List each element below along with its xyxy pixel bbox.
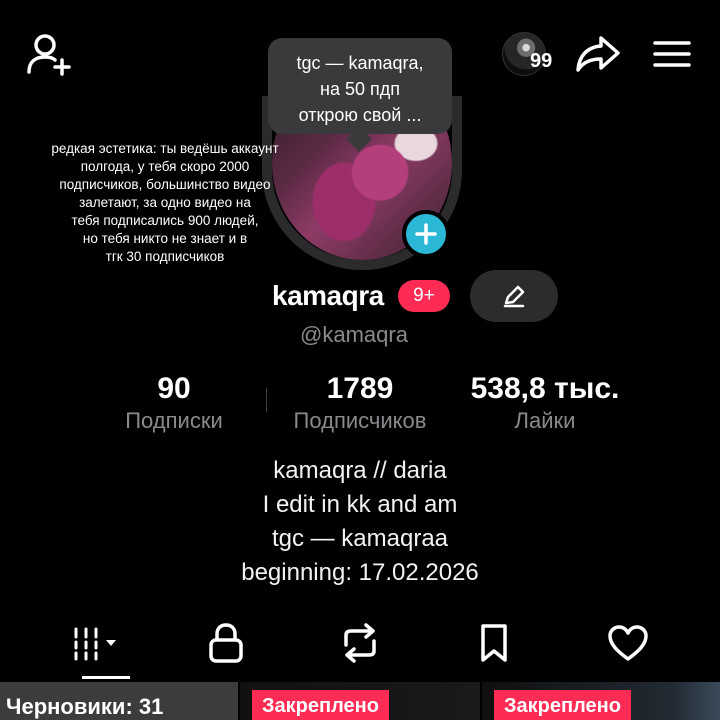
- heart-icon: [608, 625, 648, 661]
- lock-icon: [209, 623, 243, 663]
- profile-bio: kamaqra // daria I edit in kk and am tgc…: [160, 454, 560, 590]
- add-friend-button[interactable]: [24, 32, 74, 76]
- drafts-label: Черновики: 31: [6, 694, 164, 719]
- tab-reposts[interactable]: [330, 620, 390, 666]
- following-count[interactable]: 90: [114, 372, 234, 406]
- profile-username: kamaqra: [272, 280, 384, 311]
- caption-line: залетают, за одно видео на: [79, 195, 251, 210]
- share-button[interactable]: [574, 32, 622, 76]
- bio-line: beginning: 17.02.2026: [241, 559, 479, 586]
- caption-line: редкая эстетика: ты ведёшь аккаунт: [51, 141, 279, 156]
- overlay-caption: редкая эстетика: ты ведёшь аккаунт полго…: [30, 140, 300, 266]
- edit-profile-button[interactable]: [470, 270, 558, 322]
- tab-videos[interactable]: [68, 620, 128, 666]
- hamburger-menu-icon: [653, 41, 691, 67]
- plus-icon: [415, 223, 437, 245]
- note-bubble[interactable]: tgc — kamaqra, на 50 пдп открою свой ...: [268, 38, 452, 134]
- caption-line: тгк 30 подписчиков: [105, 249, 225, 264]
- tab-private[interactable]: [196, 620, 256, 666]
- profile-handle: @kamaqra: [300, 322, 408, 347]
- pencil-icon: [503, 285, 525, 308]
- active-tab-indicator: [82, 676, 130, 679]
- followers-label[interactable]: Подписчиков: [270, 408, 450, 434]
- likes-count[interactable]: 538,8 тыс.: [455, 372, 635, 406]
- caption-line: тебя подписались 900 людей,: [71, 213, 259, 228]
- note-line: tgc — kamaqra,: [296, 53, 424, 73]
- bio-line: I edit in kk and am: [262, 491, 458, 518]
- followers-count[interactable]: 1789: [300, 372, 420, 406]
- likes-label[interactable]: Лайки: [465, 408, 625, 434]
- note-line: открою свой ...: [298, 105, 422, 125]
- menu-button[interactable]: [652, 36, 692, 72]
- notification-badge[interactable]: 9+: [398, 280, 450, 312]
- add-story-button[interactable]: [402, 210, 450, 258]
- caption-line: но тебя никто не знает и в: [82, 231, 248, 246]
- caption-line: подписчиков, большинство видео: [59, 177, 271, 192]
- story-count: 99: [530, 50, 553, 72]
- pinned-badge: Закреплено: [252, 690, 389, 720]
- grid-icon: [74, 627, 116, 661]
- caption-line: полгода, у тебя скоро 2000: [80, 159, 250, 174]
- add-user-icon: [27, 34, 71, 76]
- bio-line: tgc — kamaqraa: [271, 525, 449, 552]
- pinned-badge: Закреплено: [494, 690, 631, 720]
- share-icon: [576, 36, 620, 72]
- repost-icon: [344, 623, 376, 663]
- bookmark-icon: [481, 624, 507, 662]
- note-line: на 50 пдп: [320, 79, 400, 99]
- tab-liked[interactable]: [598, 620, 658, 666]
- stats-divider: [266, 388, 267, 412]
- bio-line: kamaqra // daria: [273, 457, 447, 484]
- following-label[interactable]: Подписки: [104, 408, 244, 434]
- tab-saved[interactable]: [464, 620, 524, 666]
